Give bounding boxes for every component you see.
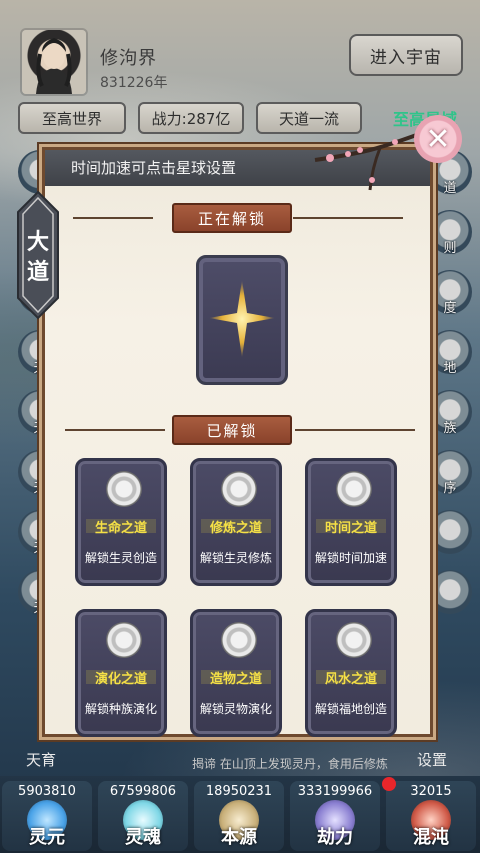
time-dao-icon [336, 471, 372, 507]
card-desc: 解锁生灵修炼 [199, 551, 272, 565]
dadao-side-tab[interactable]: 大 道 [16, 190, 60, 320]
life-dao-icon [106, 471, 142, 507]
card-life-dao[interactable]: 生命之道 解锁生灵创造 [75, 458, 167, 586]
card-fengshui-dao[interactable]: 风水之道 解锁福地创造 [305, 609, 397, 737]
settings-button[interactable]: 设置 [417, 749, 447, 770]
card-evolution-dao[interactable]: 演化之道 解锁种族演化 [75, 609, 167, 737]
card-time-dao[interactable]: 时间之道 解锁时间加速 [305, 458, 397, 586]
player-name: 修泃界 [100, 48, 157, 69]
golden-cross-icon [209, 280, 275, 358]
right-orb-icon[interactable]: 族 [428, 390, 472, 436]
resource-value: 333199966 [297, 784, 373, 799]
card-creation-dao[interactable]: 造物之道 解锁灵物演化 [190, 609, 282, 737]
card-cultivation-dao[interactable]: 修炼之道 解锁生灵修炼 [190, 458, 282, 586]
tianyu-label[interactable]: 天育 [26, 749, 56, 770]
resource-value: 18950231 [205, 784, 273, 799]
divider-line [73, 217, 153, 219]
tag-power[interactable]: 战力:287亿 [138, 102, 244, 134]
right-orb-icon[interactable]: 地 [428, 330, 472, 376]
resource-value: 67599806 [109, 784, 177, 799]
news-ticker: 揭谛 在山顶上发现灵丹，食用后修炼 [192, 757, 388, 771]
divider-line [295, 429, 415, 431]
card-name: 修炼之道 [209, 521, 262, 536]
plum-branch-icon [314, 128, 430, 191]
enter-universe-button[interactable]: 进入宇宙 [349, 34, 463, 76]
card-name: 风水之道 [324, 672, 377, 687]
right-icon-column: 道 则 度 地 族 序 [428, 150, 472, 630]
right-orb-icon[interactable] [428, 510, 472, 554]
resource-label: 灵元 [29, 827, 65, 848]
creation-dao-icon [221, 622, 257, 658]
notification-dot [382, 777, 396, 791]
close-button[interactable]: ✕ [414, 115, 462, 163]
resource-label: 灵魂 [125, 827, 161, 848]
divider-line [293, 217, 403, 219]
card-name: 演化之道 [94, 672, 147, 687]
right-orb-icon[interactable]: 度 [428, 270, 472, 316]
card-desc: 解锁灵物演化 [199, 702, 272, 716]
tag-world-level[interactable]: 至高世界 [18, 102, 126, 134]
modal-title: 时间加速可点击星球设置 [71, 159, 237, 177]
card-desc: 解锁生灵创造 [84, 551, 157, 565]
card-desc: 解锁福地创造 [314, 702, 387, 716]
avatar-portrait-icon [36, 38, 72, 94]
cultivation-dao-icon [221, 471, 257, 507]
resource-value: 32015 [410, 784, 452, 799]
resource-label: 劫力 [317, 827, 353, 848]
card-name: 造物之道 [209, 672, 262, 687]
player-year: 831226年 [100, 75, 168, 91]
resource-value: 5903810 [18, 784, 76, 799]
resource-label: 本源 [221, 827, 257, 848]
right-orb-icon[interactable] [428, 570, 472, 614]
yin-yang-icon [336, 622, 372, 658]
unlocked-section-title: 已解锁 [172, 415, 292, 445]
divider-line [65, 429, 165, 431]
unlocking-section-title: 正在解锁 [172, 203, 292, 233]
unlocking-card[interactable] [196, 255, 288, 385]
card-name: 时间之道 [324, 521, 377, 536]
right-orb-icon[interactable]: 序 [428, 450, 472, 496]
evolution-dao-icon [106, 622, 142, 658]
dadao-tab-label: 大 道 [26, 230, 49, 285]
player-avatar[interactable] [22, 30, 86, 94]
card-desc: 解锁种族演化 [84, 702, 157, 716]
card-name: 生命之道 [94, 521, 147, 536]
right-orb-icon[interactable]: 则 [428, 210, 472, 256]
resource-label: 混沌 [413, 827, 449, 848]
card-desc: 解锁时间加速 [314, 551, 387, 565]
